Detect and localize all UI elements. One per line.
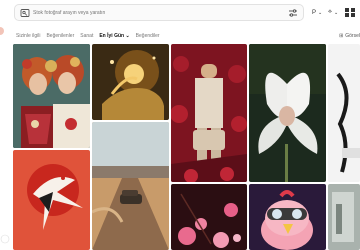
tile-edge-white[interactable] <box>328 44 360 182</box>
tile-desert-car[interactable] <box>92 122 169 250</box>
desert-car-image <box>92 122 169 250</box>
filter-icon[interactable] <box>288 8 298 18</box>
image-search-icon <box>20 9 30 17</box>
category-nav: Sizinle ilgili Beğenilenler Sanat En İyi… <box>16 32 160 41</box>
chevron-down-icon: ⌄ <box>125 33 130 39</box>
type-dropdown[interactable]: P ⌄ <box>312 6 322 19</box>
tile-white-flower[interactable] <box>249 44 326 182</box>
cartoon-chicken-image <box>249 184 326 250</box>
golden-hands-image <box>92 44 169 120</box>
tile-golden-hands[interactable] <box>92 44 169 120</box>
tile-edge-gray[interactable] <box>328 184 360 250</box>
generate-button[interactable]: ⊞ Görsel <box>339 32 360 41</box>
tile-pink-blossoms[interactable] <box>171 184 247 250</box>
scroll-indicator-icon[interactable] <box>0 234 10 244</box>
type-label: P <box>312 9 317 16</box>
chevron-down-icon: ⌄ <box>318 9 323 16</box>
edge-white-image <box>328 44 360 182</box>
nav-item-best-of-day[interactable]: En İyi Gün ⌄ <box>99 32 129 41</box>
search-bar[interactable] <box>14 4 304 21</box>
generate-label: Görsel <box>345 33 360 39</box>
nav-item-favorites[interactable]: Beğendiler <box>136 32 160 41</box>
search-input[interactable] <box>33 6 283 19</box>
nav-item-for-you[interactable]: Sizinle ilgili <box>16 32 40 41</box>
folk-portrait-image <box>13 44 90 148</box>
generate-icon: ⊞ <box>339 33 344 39</box>
sparkle-icon: ⟡ <box>328 9 332 15</box>
side-indicator <box>0 27 4 35</box>
nav-item-art[interactable]: Sanat <box>80 32 93 41</box>
red-sun-bird-image <box>13 150 90 250</box>
ai-dropdown[interactable]: ⟡ ⌄ <box>328 6 338 19</box>
roses-fashion-image <box>171 44 247 182</box>
tile-roses-fashion[interactable] <box>171 44 247 182</box>
grid-icon[interactable] <box>344 7 358 18</box>
tile-cartoon-chicken[interactable] <box>249 184 326 250</box>
edge-gray-image <box>328 184 360 250</box>
tile-red-sun-bird[interactable] <box>13 150 90 250</box>
pink-blossoms-image <box>171 184 247 250</box>
tile-folk-portrait[interactable] <box>13 44 90 148</box>
white-flower-image <box>249 44 326 182</box>
chevron-down-icon: ⌄ <box>333 9 339 16</box>
nav-item-liked[interactable]: Beğenilenler <box>46 32 74 41</box>
top-bar: P ⌄ ⟡ ⌄ <box>0 0 360 26</box>
